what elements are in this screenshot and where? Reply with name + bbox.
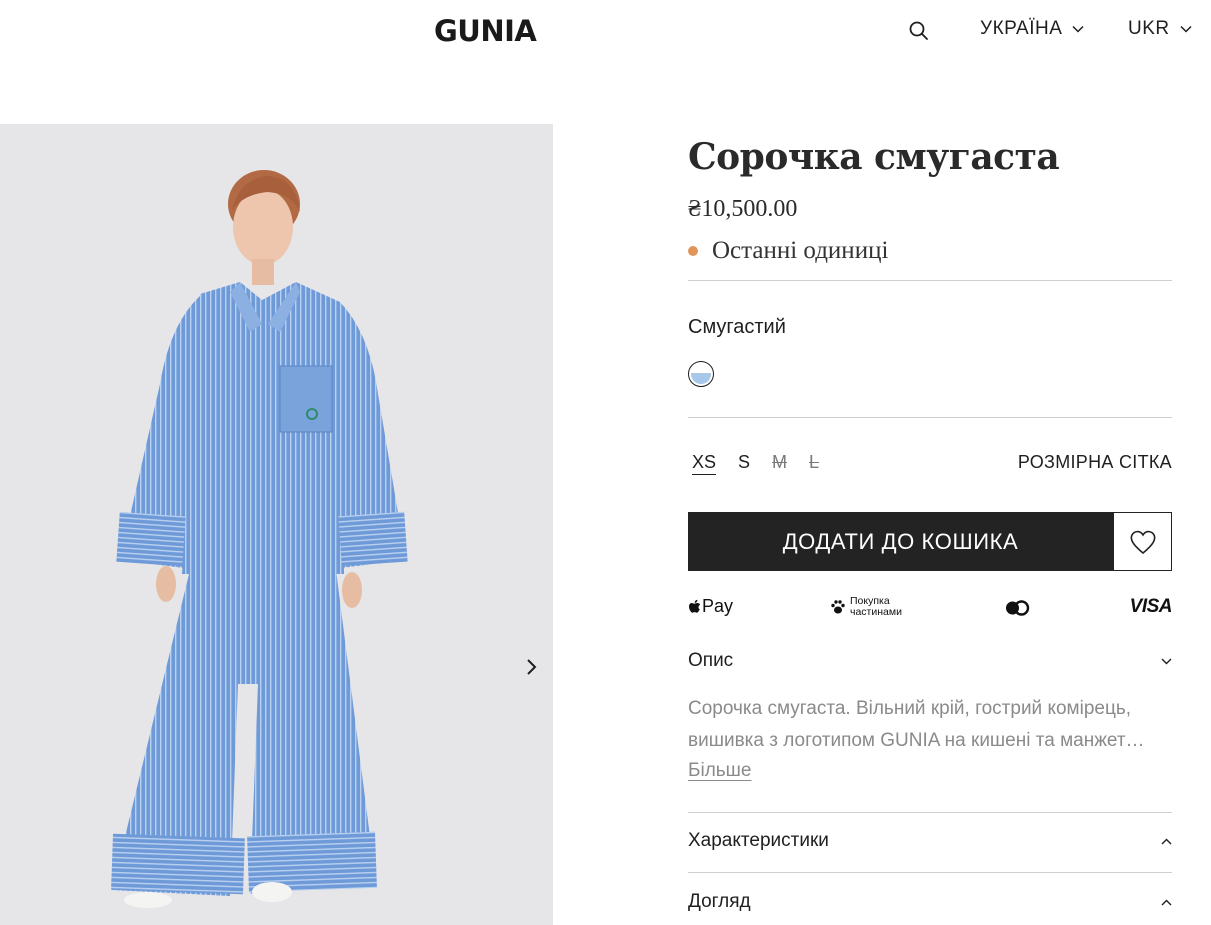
chevron-down-icon [1180, 25, 1192, 33]
divider [688, 812, 1172, 813]
read-more-link[interactable]: Більше [688, 760, 752, 782]
language-selector[interactable]: UKR [1128, 18, 1192, 40]
country-selector[interactable]: УКРАЇНА [980, 18, 1084, 40]
color-name: Смугастий [688, 316, 786, 338]
description-accordion-header[interactable]: Опис [688, 650, 1172, 672]
apple-pay-logo: Pay [688, 596, 733, 617]
site-header: GUNIA УКРАЇНА UKR [0, 0, 1211, 62]
installments-logo: Покупка частинами [830, 596, 902, 618]
size-option-s[interactable]: S [738, 452, 750, 473]
country-label: УКРАЇНА [980, 18, 1063, 39]
brand-logo[interactable]: GUNIA [434, 14, 537, 48]
description-text: Сорочка смугаста. Вільний крій, гострий … [688, 693, 1172, 757]
size-guide-link[interactable]: РОЗМІРНА СІТКА [1018, 452, 1172, 473]
model-photo [111, 170, 408, 908]
chevron-right-icon[interactable] [518, 654, 544, 680]
description-line: Сорочка смугаста. Вільний крій, гострий … [688, 698, 1132, 719]
care-title: Догляд [688, 891, 751, 912]
apple-icon [689, 599, 701, 613]
installments-line2: частинами [850, 606, 902, 618]
chevron-up-icon [1161, 838, 1172, 844]
size-option-m[interactable]: M [772, 452, 787, 473]
visa-logo: VISA [1129, 596, 1173, 617]
product-image [0, 124, 553, 925]
size-selector: XS S M L [692, 452, 841, 473]
stock-dot [688, 246, 698, 256]
product-title: Сорочка смугаста [688, 136, 1060, 178]
mastercard-logo [1004, 600, 1030, 616]
specs-title: Характеристики [688, 830, 829, 851]
description-title: Опис [688, 650, 734, 671]
search-icon[interactable] [908, 20, 930, 42]
stock-status: Останні одиниці [688, 237, 888, 265]
specs-accordion-header[interactable]: Характеристики [688, 830, 1172, 852]
language-label: UKR [1128, 18, 1170, 39]
size-option-l[interactable]: L [809, 452, 819, 473]
product-price: ₴10,500.00 [688, 196, 798, 222]
add-to-cart-button[interactable]: ДОДАТИ ДО КОШИКА [688, 512, 1113, 571]
heart-icon [1130, 530, 1155, 554]
stock-status-text: Останні одиниці [712, 237, 889, 264]
mastercard-icon [1006, 600, 1030, 616]
chevron-up-icon [1161, 899, 1172, 905]
divider [688, 280, 1172, 281]
description-line: вишивка з логотипом GUNIA на кишені та м… [688, 730, 1145, 751]
divider [688, 417, 1172, 418]
care-accordion-header[interactable]: Догляд [688, 891, 1172, 913]
divider [688, 872, 1172, 873]
color-swatch[interactable] [688, 361, 714, 387]
apple-pay-label: Pay [702, 596, 734, 616]
size-option-xs[interactable]: XS [692, 452, 716, 473]
wishlist-button[interactable] [1113, 512, 1172, 571]
paw-icon [831, 600, 845, 614]
chevron-down-icon [1072, 25, 1084, 33]
chevron-down-icon [1161, 658, 1172, 664]
payment-methods: Pay Покупка частинами VISA [688, 594, 1173, 620]
